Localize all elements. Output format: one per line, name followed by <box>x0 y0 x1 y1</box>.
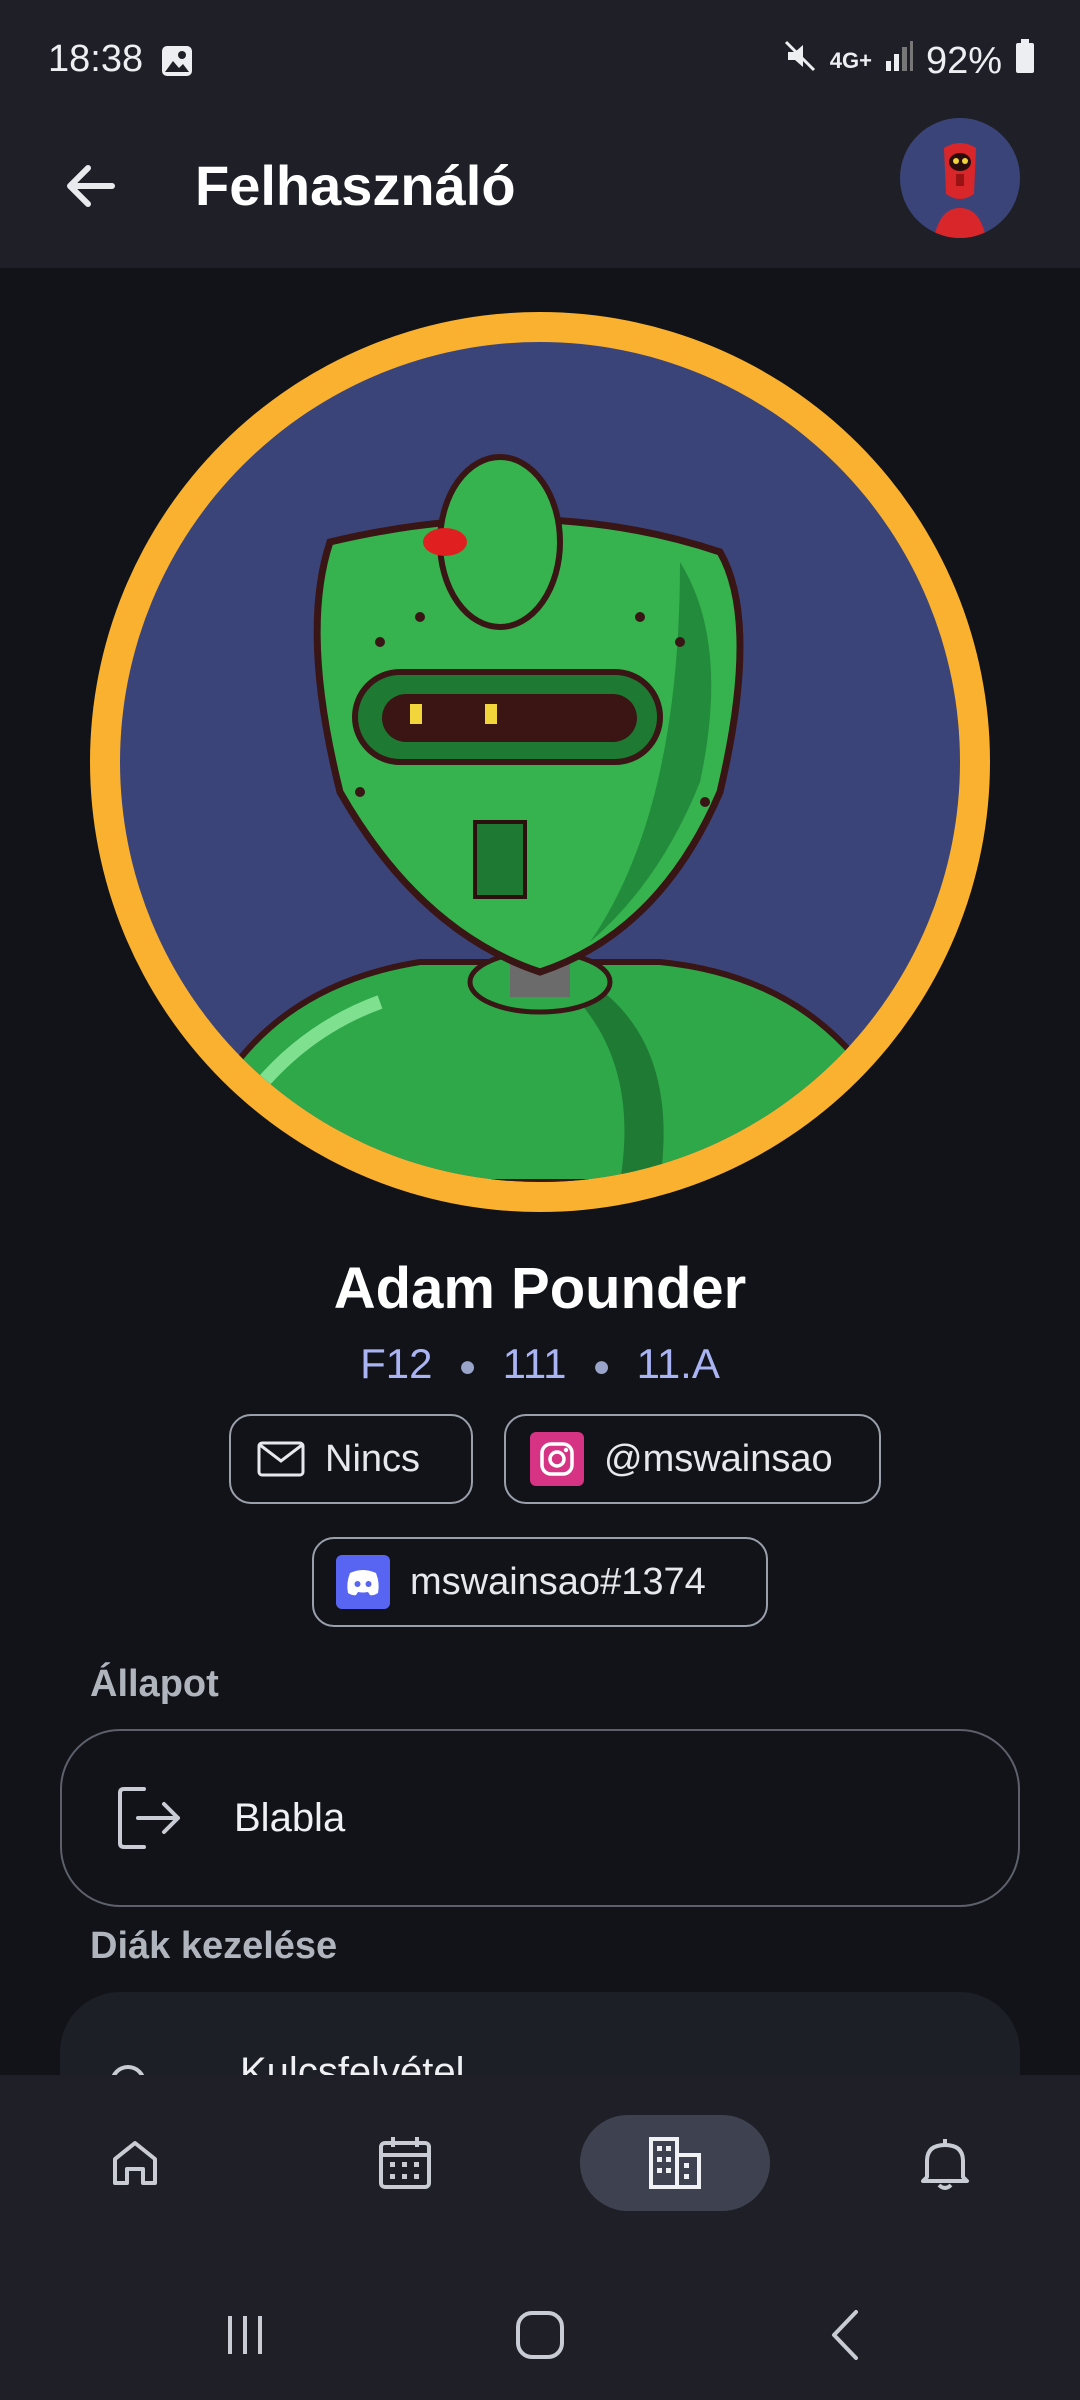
home-icon <box>113 2141 157 2185</box>
status-indicators: 4G+ 92% <box>782 38 1036 84</box>
nav-notifications[interactable] <box>850 2115 1040 2211</box>
nav-home[interactable] <box>40 2115 230 2211</box>
mute-icon <box>782 38 818 84</box>
nav-calendar[interactable] <box>310 2115 500 2211</box>
profile-picture <box>120 342 960 1182</box>
instagram-chip-label: @mswainsao <box>604 1437 833 1480</box>
calendar-icon <box>379 2137 431 2189</box>
recents-icon <box>228 2316 262 2354</box>
system-back-button[interactable] <box>810 2300 880 2370</box>
square-home-icon <box>516 2311 564 2359</box>
mail-icon <box>257 1441 305 1477</box>
instagram-icon <box>530 1432 584 1486</box>
logout-icon <box>114 1783 184 1853</box>
status-section-heading: Állapot <box>90 1663 219 1705</box>
back-button[interactable] <box>52 148 128 224</box>
page-title: Felhasználó <box>195 154 516 217</box>
nav-building[interactable] <box>580 2115 770 2211</box>
email-chip-label: Nincs <box>325 1437 421 1480</box>
status-card[interactable]: Blabla <box>60 1729 1020 1907</box>
gallery-icon <box>160 44 194 83</box>
arrow-left-icon <box>67 165 115 207</box>
signal-icon <box>884 39 914 83</box>
user-meta-class-code: F12 <box>360 1340 433 1387</box>
user-name: Adam Pounder <box>333 1256 747 1321</box>
user-meta: F12 ● 111 ● 11.A <box>360 1340 720 1387</box>
home-system-button[interactable] <box>505 2300 575 2370</box>
user-meta-room: 111 <box>502 1340 567 1387</box>
discord-icon <box>336 1555 390 1609</box>
bell-icon <box>921 2139 969 2190</box>
battery-icon <box>1014 38 1036 84</box>
instagram-chip[interactable]: @mswainsao <box>504 1414 881 1504</box>
network-label: 4G+ <box>829 48 872 73</box>
recents-button[interactable] <box>210 2300 280 2370</box>
robot-avatar-icon <box>176 454 924 1182</box>
manage-section-heading: Diák kezelése <box>90 1925 338 1967</box>
battery-percent: 92% <box>925 39 1002 82</box>
status-time: 18:38 <box>48 38 144 80</box>
building-icon <box>649 2137 701 2189</box>
user-meta-class: 11.A <box>636 1340 720 1387</box>
discord-chip[interactable]: mswainsao#1374 <box>312 1537 768 1627</box>
account-avatar[interactable] <box>900 118 1020 238</box>
robot-avatar-icon <box>934 143 986 238</box>
status-value: Blabla <box>234 1795 346 1840</box>
email-chip[interactable]: Nincs <box>229 1414 473 1504</box>
discord-chip-label: mswainsao#1374 <box>410 1560 706 1603</box>
chevron-left-icon <box>832 2310 858 2360</box>
